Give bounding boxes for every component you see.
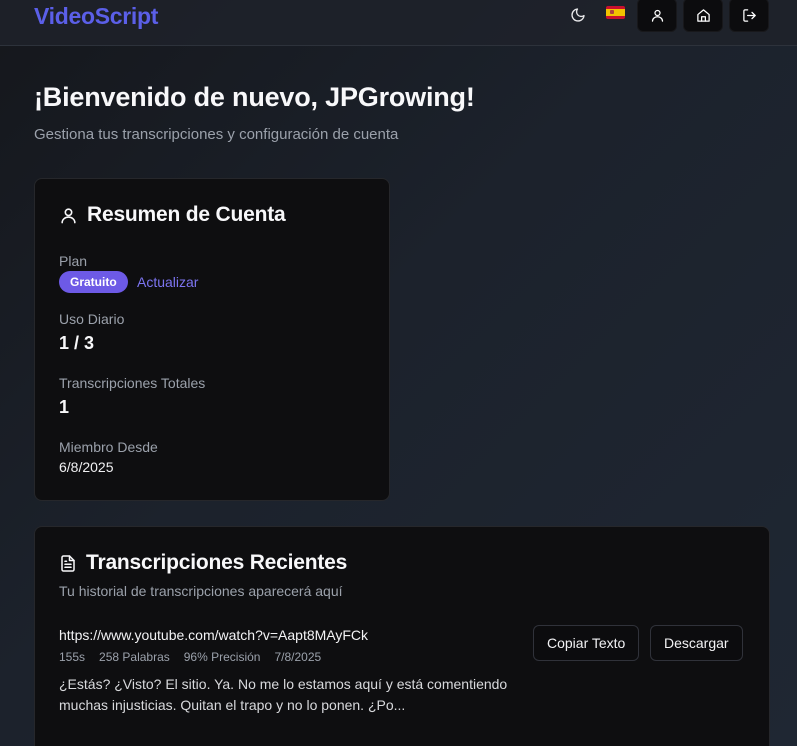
total-transcriptions-value: 1 (59, 397, 70, 417)
transcription-date: 7/8/2025 (274, 650, 322, 664)
transcription-duration: 155s (59, 650, 86, 664)
account-summary-title: Resumen de Cuenta (59, 203, 286, 227)
account-summary-title-text: Resumen de Cuenta (87, 203, 286, 226)
recent-transcriptions-title-text: Transcripciones Recientes (86, 551, 348, 574)
total-transcriptions-label: Transcripciones Totales (59, 375, 206, 391)
plan-badge: Gratuito (59, 271, 128, 293)
member-since-label: Miembro Desde (59, 439, 158, 455)
transcription-excerpt: ¿Estás? ¿Visto? El sitio. Ya. No me lo e… (59, 676, 508, 713)
moon-icon[interactable] (569, 6, 587, 24)
transcription-accuracy: 96% Precisión (183, 650, 261, 664)
recent-transcriptions-card: Transcripciones Recientes Tu historial d… (34, 526, 770, 746)
account-summary-card: Resumen de Cuenta Plan Gratuito Actualiz… (34, 178, 390, 501)
spain-flag-icon[interactable] (606, 6, 625, 19)
logout-icon (742, 8, 757, 23)
member-since-value: 6/8/2025 (59, 459, 114, 475)
transcription-url[interactable]: https://www.youtube.com/watch?v=Aapt8MAy… (59, 627, 368, 643)
copy-text-button[interactable]: Copiar Texto (533, 625, 640, 661)
upgrade-link[interactable]: Actualizar (137, 274, 198, 290)
recent-transcriptions-title: Transcripciones Recientes (59, 551, 347, 575)
profile-button[interactable] (637, 0, 677, 32)
recent-transcriptions-subtitle: Tu historial de transcripciones aparecer… (59, 583, 343, 599)
transcription-meta: 155s 258 Palabras 96% Precisión 7/8/2025 (59, 650, 321, 664)
logout-button[interactable] (729, 0, 769, 32)
download-button[interactable]: Descargar (650, 625, 743, 661)
daily-usage-value: 1 / 3 (59, 333, 95, 353)
home-icon (696, 8, 711, 23)
page-title: ¡Bienvenido de nuevo, JPGrowing! (34, 82, 475, 112)
home-button[interactable] (683, 0, 723, 32)
brand-logo[interactable]: VideoScript (34, 3, 158, 30)
transcription-word-count: 258 Palabras (99, 650, 170, 664)
user-icon (59, 206, 78, 225)
page-subtitle: Gestiona tus transcripciones y configura… (34, 126, 399, 143)
top-navbar: VideoScript (0, 0, 797, 46)
user-icon (650, 8, 665, 23)
plan-label: Plan (59, 253, 88, 269)
daily-usage-label: Uso Diario (59, 311, 125, 327)
document-icon (59, 554, 77, 573)
